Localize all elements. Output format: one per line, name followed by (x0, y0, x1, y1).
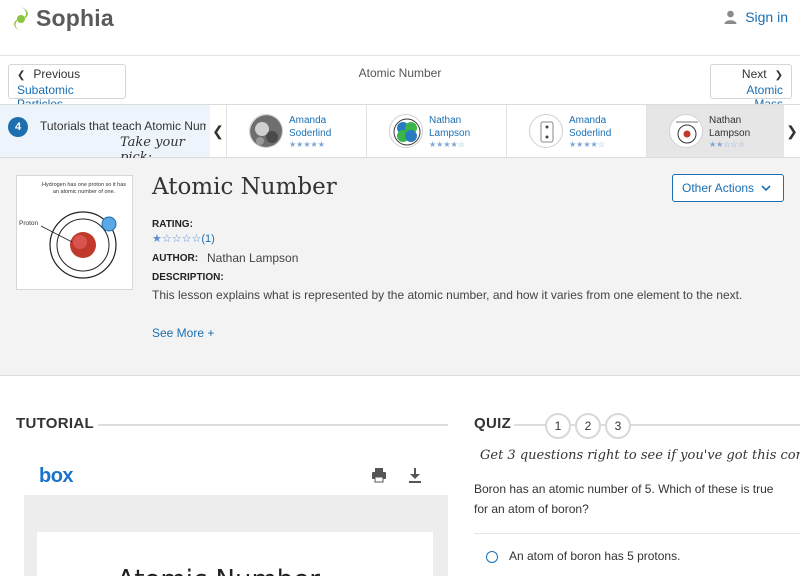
carousel-next-arrow-icon[interactable]: ❯ (784, 105, 800, 157)
tutorials-summary: 4 Tutorials that teach Atomic Number Tak… (0, 105, 210, 165)
quiz-step-2[interactable]: 2 (575, 413, 601, 439)
thumbnail-caption: Hydrogen has one proton so it has an ato… (41, 182, 127, 195)
page-root: Sophia Sign in ❮Previous Subatomic Parti… (0, 0, 800, 576)
tutorial-card[interactable]: Amanda Soderlind ★★★★☆ (506, 105, 646, 157)
proton-label: Proton (19, 220, 39, 227)
print-icon[interactable] (371, 467, 387, 488)
author-label: AUTHOR: (152, 253, 199, 264)
other-actions-label: Other Actions (682, 181, 755, 195)
quiz-question: Boron has an atomic number of 5. Which o… (474, 482, 774, 516)
lesson-title: Atomic Number (152, 174, 337, 200)
tutorial-card[interactable]: Nathan Lampson ★★★★☆ (366, 105, 506, 157)
tutorials-label: Tutorials that teach Atomic Number (40, 119, 206, 133)
breadcrumb-title: Atomic Number (358, 66, 442, 80)
sophia-logo[interactable]: Sophia (10, 5, 114, 32)
quiz-step-3[interactable]: 3 (605, 413, 631, 439)
tutorial-author: Amanda Soderlind (289, 115, 332, 139)
next-button[interactable]: Next❯ Atomic Mass (710, 64, 792, 111)
signin-link[interactable]: Sign in (724, 9, 788, 25)
tutorial-rating-stars: ★★★★★ (289, 140, 325, 149)
carousel-prev-arrow-icon[interactable]: ❮ (210, 105, 226, 157)
author-name: Nathan Lampson (207, 251, 299, 265)
viewer-toolbar: box (24, 453, 448, 495)
tutorial-count-badge: 4 (8, 117, 28, 137)
other-actions-dropdown[interactable]: Other Actions (672, 174, 784, 202)
radio-button[interactable] (486, 551, 498, 563)
tutorial-rating-stars: ★★★★☆ (569, 140, 605, 149)
lesson-thumbnail: Hydrogen has one proton so it has an ato… (16, 175, 133, 290)
document-viewer[interactable]: box Atomic Number (24, 453, 448, 576)
tutorial-thumbnail (669, 114, 703, 148)
tutorials-carousel: 4 Tutorials that teach Atomic Number Tak… (0, 104, 800, 165)
tutorial-thumbnail (389, 114, 423, 148)
tutorial-heading: TUTORIAL (16, 415, 94, 432)
chevron-down-icon (761, 175, 771, 210)
lesson-description: This lesson explains what is represented… (152, 288, 743, 302)
download-icon[interactable] (407, 467, 423, 488)
next-label: Next (741, 67, 767, 81)
description-label: DESCRIPTION: (152, 272, 224, 283)
box-logo: box (39, 465, 74, 487)
quiz-caption: Get 3 questions right to see if you've g… (480, 448, 800, 463)
signin-label: Sign in (745, 9, 788, 25)
brand-name: Sophia (36, 5, 114, 31)
sophia-leaf-icon (14, 6, 28, 31)
quiz-heading: QUIZ (474, 415, 512, 432)
tutorial-thumbnail (249, 114, 283, 148)
user-icon (724, 10, 737, 24)
tutorial-divider (98, 424, 448, 426)
tutorial-rating-stars: ★★★★☆ (429, 140, 465, 149)
tutorial-author: Amanda Soderlind (569, 115, 612, 139)
quiz-step-1[interactable]: 1 (545, 413, 571, 439)
chevron-right-icon: ❯ (774, 70, 783, 81)
tutorial-author: Nathan Lampson (709, 115, 751, 139)
site-header: Sophia Sign in (0, 0, 800, 56)
quiz-option[interactable]: An atom of boron has 5 protons. (474, 533, 800, 576)
quiz-option-label: An atom of boron has 5 protons. (509, 549, 681, 563)
tutorial-thumbnail (529, 114, 563, 148)
document-page-title: Atomic Number (117, 565, 320, 576)
lesson-info-panel: Hydrogen has one proton so it has an ato… (0, 158, 800, 376)
see-more-link[interactable]: See More + (152, 326, 214, 340)
tutorial-rating-stars: ★★☆☆☆ (709, 140, 745, 149)
rating-label: RATING: (152, 219, 193, 230)
document-page: Atomic Number (37, 532, 433, 576)
rating-count[interactable]: (1) (201, 233, 214, 245)
lesson-navigation: ❮Previous Subatomic Particles Atomic Num… (0, 56, 800, 111)
tutorial-card[interactable]: Amanda Soderlind ★★★★★ (226, 105, 366, 157)
tutorial-card-selected[interactable]: Nathan Lampson ★★☆☆☆ (646, 105, 786, 157)
rating-stars[interactable]: ★☆☆☆☆(1) (152, 232, 215, 245)
tutorial-author: Nathan Lampson (429, 115, 471, 139)
